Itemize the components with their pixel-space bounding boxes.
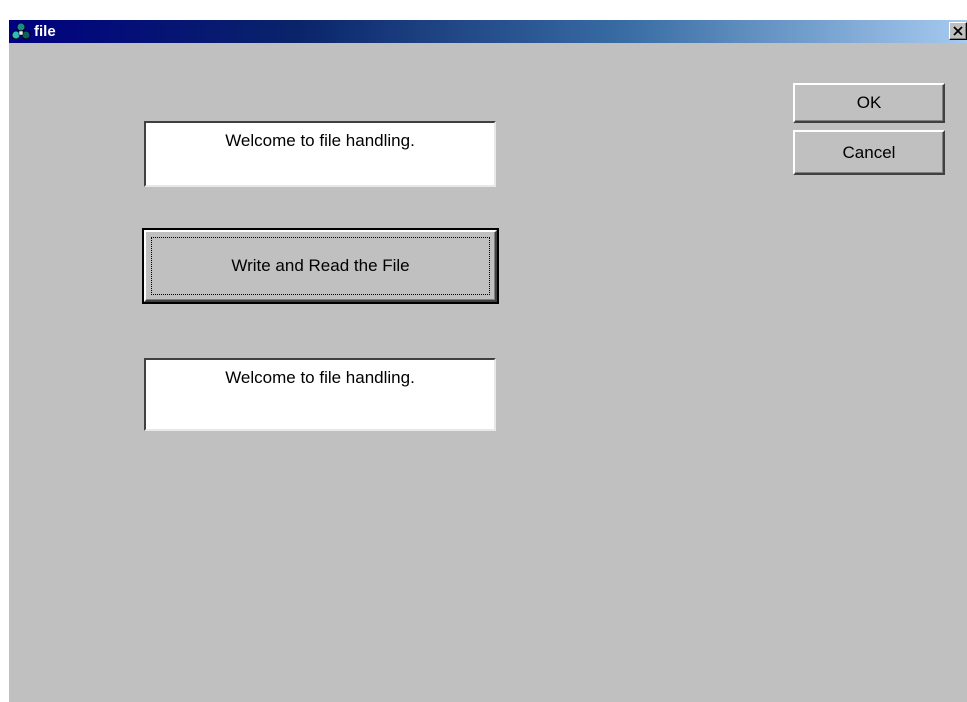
- write-read-file-button-label: Write and Read the File: [231, 256, 410, 275]
- ok-button-label: OK: [856, 93, 882, 112]
- close-button[interactable]: [949, 22, 967, 40]
- app-icon: [11, 22, 31, 41]
- ok-button[interactable]: OK: [793, 83, 945, 123]
- title-bar[interactable]: file: [9, 20, 967, 43]
- output-text-field[interactable]: Welcome to file handling.: [144, 358, 496, 431]
- cancel-button[interactable]: Cancel: [793, 130, 945, 175]
- cancel-button-label: Cancel: [842, 143, 896, 162]
- input-text-field[interactable]: Welcome to file handling.: [144, 121, 496, 187]
- write-read-file-button[interactable]: Write and Read the File: [142, 228, 499, 304]
- close-icon: [953, 26, 963, 36]
- window-title: file: [34, 23, 56, 40]
- dialog-window: file Welcome to file handling. Write and…: [9, 20, 967, 702]
